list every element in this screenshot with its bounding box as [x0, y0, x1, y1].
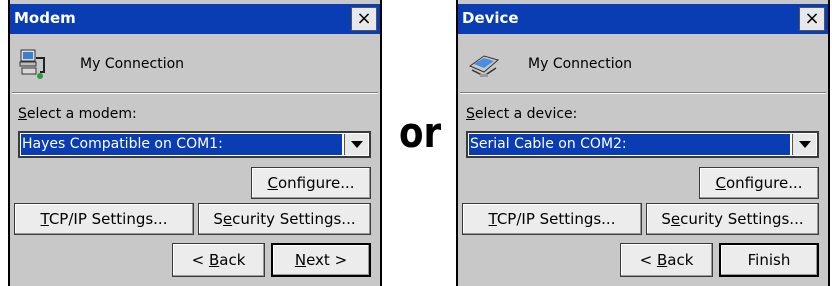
- device-close-button[interactable]: ×: [799, 7, 825, 31]
- modem-select-dropdown[interactable]: Hayes Compatible on COM1:: [18, 131, 371, 158]
- back-button[interactable]: < Back: [620, 243, 713, 277]
- security-settings-button[interactable]: Security Settings...: [198, 203, 371, 235]
- modem-selected-value: Hayes Compatible on COM1:: [21, 134, 342, 155]
- next-button[interactable]: Next >: [271, 243, 371, 277]
- or-separator: or: [399, 108, 442, 157]
- device-dialog-title: Device: [462, 9, 519, 27]
- device-dialog: Device × My Connection Select a device: …: [456, 0, 830, 286]
- security-settings-button[interactable]: Security Settings...: [646, 203, 819, 235]
- modem-dialog-title: Modem: [14, 9, 76, 27]
- modem-close-button[interactable]: ×: [351, 7, 377, 31]
- select-device-label: Select a device:: [466, 106, 578, 122]
- finish-button[interactable]: Finish: [719, 243, 819, 277]
- device-title-bar: Device ×: [458, 4, 828, 34]
- divider: [460, 92, 826, 94]
- modem-dialog: Modem × My Connection Select a modem: Ha…: [8, 0, 382, 286]
- back-button[interactable]: < Back: [172, 243, 265, 277]
- dropdown-arrow-icon[interactable]: [792, 134, 816, 155]
- modem-connection-icon: [19, 49, 45, 79]
- tcpip-settings-button[interactable]: TCP/IP Settings...: [462, 203, 642, 235]
- configure-button[interactable]: Configure...: [699, 167, 819, 199]
- device-selected-value: Serial Cable on COM2:: [469, 134, 790, 155]
- device-connection-icon: [468, 55, 500, 77]
- select-modem-label: Select a modem:: [18, 106, 137, 122]
- tcpip-settings-button[interactable]: TCP/IP Settings...: [14, 203, 194, 235]
- configure-button[interactable]: Configure...: [251, 167, 371, 199]
- connection-name: My Connection: [528, 56, 633, 72]
- dropdown-arrow-icon[interactable]: [344, 134, 368, 155]
- divider: [12, 92, 378, 94]
- modem-title-bar: Modem ×: [10, 4, 380, 34]
- device-select-dropdown[interactable]: Serial Cable on COM2:: [466, 131, 819, 158]
- connection-name: My Connection: [80, 56, 185, 72]
